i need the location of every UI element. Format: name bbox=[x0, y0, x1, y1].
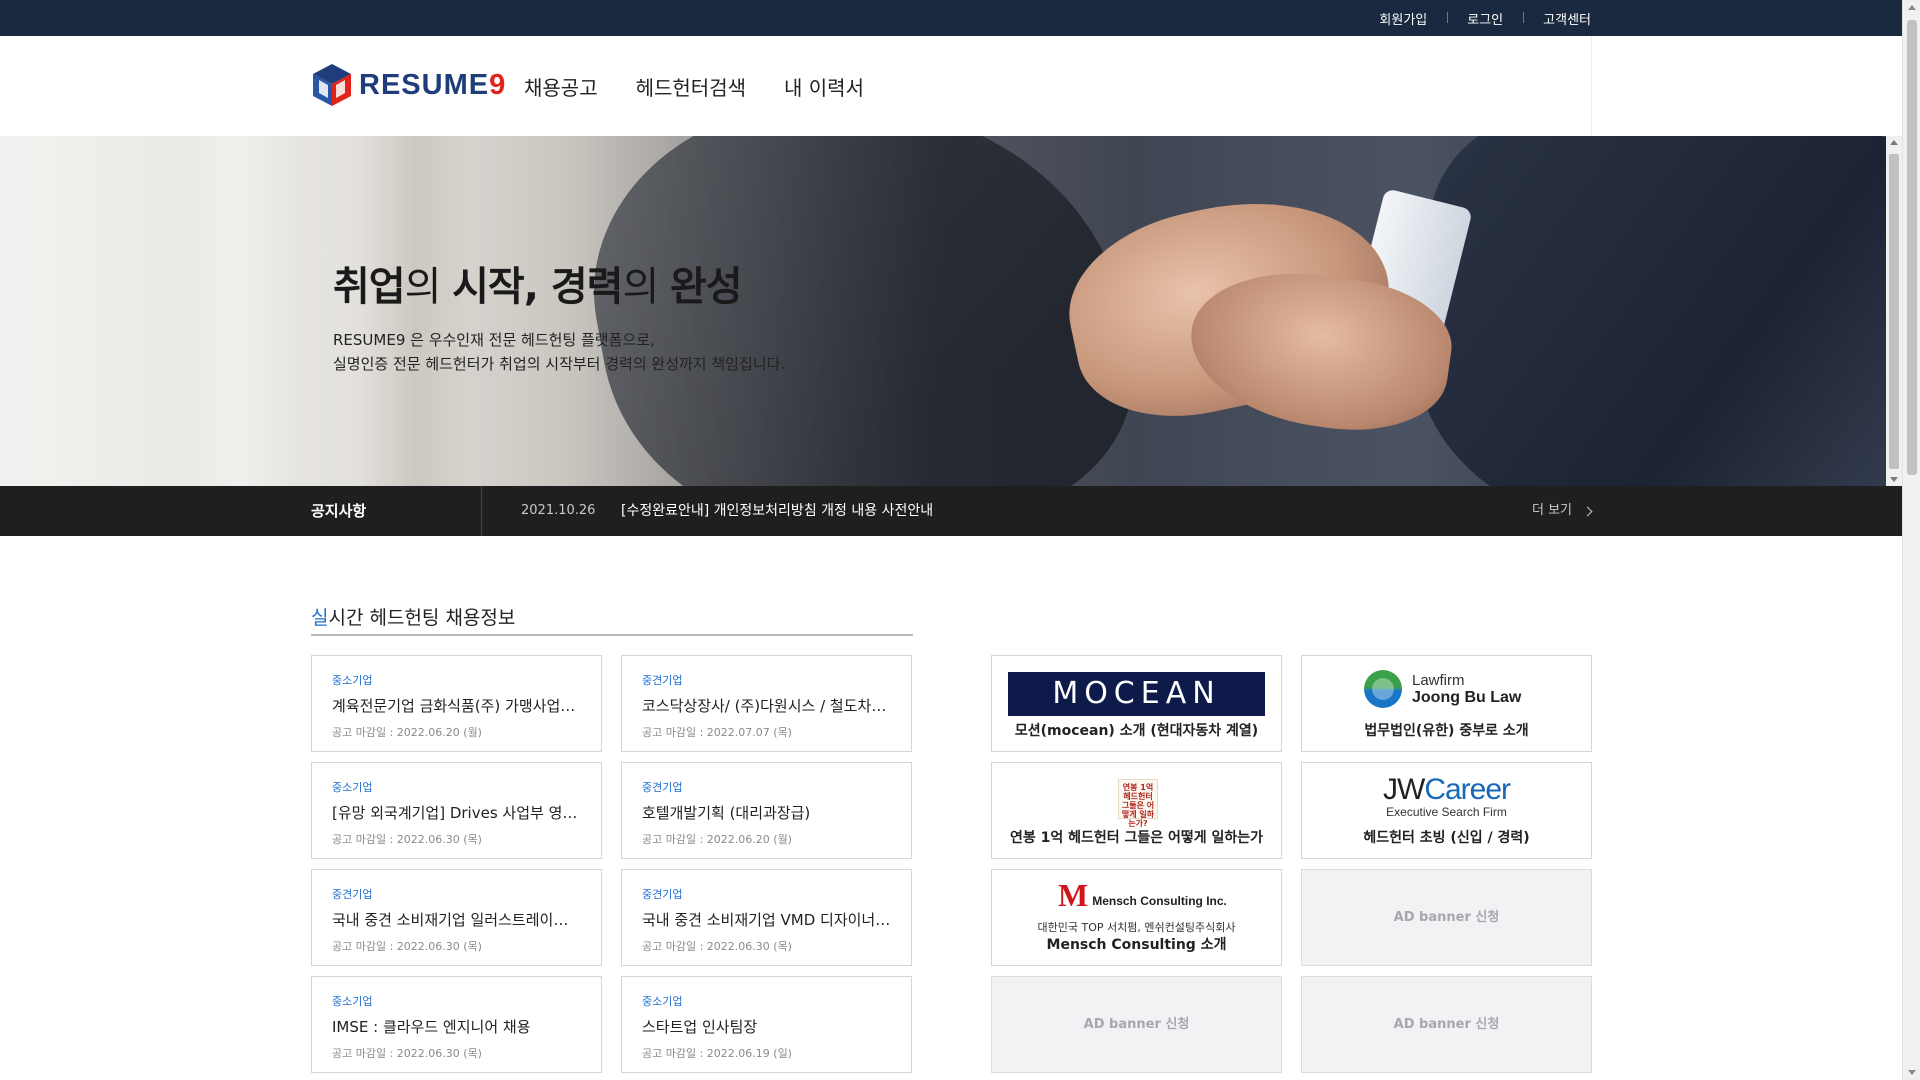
company-type-tag: 중견기업 bbox=[642, 888, 683, 901]
company-type-tag: 중견기업 bbox=[642, 674, 683, 687]
lawfirm-logo: Lawfirm Joong Bu Law bbox=[1364, 670, 1521, 708]
ad-caption: Mensch Consulting 소개 bbox=[1046, 937, 1227, 953]
job-title: 계육전문기업 금화식품(주) 가맹사업부 - 가맹사업부 팀장 bbox=[332, 697, 581, 715]
hero-title: 취업의 시작, 경력의 완성 bbox=[333, 264, 743, 310]
chevron-right-icon bbox=[1582, 506, 1593, 516]
site-logo[interactable]: RESUME9 bbox=[311, 62, 506, 108]
ad-caption: 법무법인(유한) 중부로 소개 bbox=[1364, 723, 1529, 739]
scroll-down-arrow-icon[interactable] bbox=[1908, 1070, 1916, 1075]
job-card[interactable]: 중소기업 계육전문기업 금화식품(주) 가맹사업부 - 가맹사업부 팀장 공고 … bbox=[311, 655, 602, 752]
job-deadline: 공고 마감일 : 2022.06.30 (목) bbox=[332, 1047, 482, 1060]
ad-banner-empty[interactable]: AD banner 신청 bbox=[1301, 976, 1592, 1073]
company-type-tag: 중소기업 bbox=[642, 995, 683, 1008]
cube-logo-icon bbox=[313, 64, 351, 106]
jwcareer-logo: JWCareer Executive Search Firm bbox=[1382, 773, 1511, 820]
book-cover-logo: 연봉 1억 헤드헌터 그들은 어떻게 일하는가? bbox=[1118, 779, 1158, 828]
main-nav: 채용공고 헤드헌터검색 내 이력서 bbox=[524, 72, 902, 101]
hero-banner: 취업의 시작, 경력의 완성 RESUME9 은 우수인재 전문 헤드헌팅 플랫… bbox=[0, 136, 1886, 486]
top-links: 회원가입 로그인 고객센터 bbox=[1359, 0, 1591, 36]
job-deadline: 공고 마감일 : 2022.07.07 (목) bbox=[642, 726, 792, 739]
ad-banner-mocean[interactable]: MOCEAN 모션(mocean) 소개 (현대자동차 계열) bbox=[991, 655, 1282, 752]
signup-link[interactable]: 회원가입 bbox=[1359, 9, 1447, 28]
job-deadline: 공고 마감일 : 2022.06.30 (목) bbox=[332, 940, 482, 953]
page-scrollbar[interactable] bbox=[1902, 0, 1920, 1080]
hero-scrollbar[interactable] bbox=[1886, 136, 1902, 486]
ad-caption: 연봉 1억 헤드헌터 그들은 어떻게 일하는가 bbox=[1009, 830, 1264, 846]
job-title: 국내 중견 소비재기업 일러스트레이터/디자이너 채용 bbox=[332, 911, 581, 929]
notice-date: 2021.10.26 bbox=[521, 503, 596, 518]
job-card[interactable]: 중소기업 IMSE : 클라우드 엔지니어 채용 공고 마감일 : 2022.0… bbox=[311, 976, 602, 1073]
notice-bar: 공지사항 2021.10.26 [수정완료안내] 개인정보처리방침 개정 내용 … bbox=[0, 486, 1902, 536]
login-link[interactable]: 로그인 bbox=[1447, 9, 1523, 28]
mocean-logo: MOCEAN bbox=[1008, 672, 1265, 716]
notice-divider bbox=[481, 486, 482, 536]
job-title: 코스닥상장사/ (주)다원시스 / 철도차량 부문 채용 bbox=[642, 697, 891, 715]
notice-link[interactable]: [수정완료안내] 개인정보처리방침 개정 내용 사전안내 bbox=[621, 486, 933, 536]
company-type-tag: 중견기업 bbox=[642, 781, 683, 794]
nav-job-postings[interactable]: 채용공고 bbox=[524, 72, 598, 101]
nav-headhunter-search[interactable]: 헤드헌터검색 bbox=[636, 72, 746, 101]
job-card[interactable]: 중견기업 코스닥상장사/ (주)다원시스 / 철도차량 부문 채용 공고 마감일… bbox=[621, 655, 912, 752]
job-title: IMSE : 클라우드 엔지니어 채용 bbox=[332, 1018, 531, 1036]
job-card[interactable]: 중소기업 [유망 외국계기업] Drives 사업부 영업직 채용 공고 마감일… bbox=[311, 762, 602, 859]
job-card[interactable]: 중견기업 국내 중견 소비재기업 일러스트레이터/디자이너 채용 공고 마감일 … bbox=[311, 869, 602, 966]
notice-more-button[interactable]: 더 보기 bbox=[1532, 486, 1593, 536]
nav-my-resume[interactable]: 내 이력서 bbox=[784, 72, 864, 101]
job-card[interactable]: 중견기업 호텔개발기획 (대리과장급) 공고 마감일 : 2022.06.20 … bbox=[621, 762, 912, 859]
scroll-thumb[interactable] bbox=[1889, 154, 1899, 469]
scroll-up-arrow-icon[interactable] bbox=[1890, 140, 1898, 145]
job-deadline: 공고 마감일 : 2022.06.19 (일) bbox=[642, 1047, 792, 1060]
logo-text: RESUME9 bbox=[359, 68, 507, 101]
customer-center-link[interactable]: 고객센터 bbox=[1523, 9, 1591, 28]
page-scroll-thumb[interactable] bbox=[1907, 20, 1917, 475]
ad-apply-label: AD banner 신청 bbox=[1393, 1017, 1500, 1032]
company-type-tag: 중소기업 bbox=[332, 995, 373, 1008]
scroll-down-arrow-icon[interactable] bbox=[1890, 477, 1898, 482]
top-utility-bar: 회원가입 로그인 고객센터 bbox=[0, 0, 1902, 36]
ad-banner-jwcareer[interactable]: JWCareer Executive Search Firm 헤드헌터 초빙 (… bbox=[1301, 762, 1592, 859]
ad-banner-empty[interactable]: AD banner 신청 bbox=[1301, 869, 1592, 966]
job-deadline: 공고 마감일 : 2022.06.20 (월) bbox=[332, 726, 482, 739]
ad-apply-label: AD banner 신청 bbox=[1393, 910, 1500, 925]
section-underline bbox=[311, 634, 913, 636]
hero-description: RESUME9 은 우수인재 전문 헤드헌팅 플랫폼으로, 실명인증 전문 헤드… bbox=[333, 331, 786, 373]
company-type-tag: 중소기업 bbox=[332, 781, 373, 794]
ad-subcaption: 대한민국 TOP 서치펌, 멘쉬컨설팅주식회사 bbox=[1037, 921, 1236, 934]
header-divider bbox=[1591, 36, 1592, 136]
job-title: 국내 중견 소비재기업 VMD 디자이너 채용 bbox=[642, 911, 891, 929]
realtime-jobs-title: 실시간 헤드헌팅 채용정보 bbox=[311, 607, 516, 629]
notice-label: 공지사항 bbox=[311, 502, 367, 520]
globe-logo-icon bbox=[1364, 670, 1402, 708]
scroll-up-arrow-icon[interactable] bbox=[1908, 5, 1916, 10]
ad-caption: 헤드헌터 초빙 (신입 / 경력) bbox=[1363, 830, 1530, 846]
ad-banner-empty[interactable]: AD banner 신청 bbox=[991, 976, 1282, 1073]
job-deadline: 공고 마감일 : 2022.06.30 (목) bbox=[642, 940, 792, 953]
job-card[interactable]: 중견기업 국내 중견 소비재기업 VMD 디자이너 채용 공고 마감일 : 20… bbox=[621, 869, 912, 966]
job-title: 스타트업 인사팀장 bbox=[642, 1018, 758, 1036]
job-deadline: 공고 마감일 : 2022.06.30 (목) bbox=[332, 833, 482, 846]
site-header: RESUME9 채용공고 헤드헌터검색 내 이력서 bbox=[0, 36, 1902, 136]
job-deadline: 공고 마감일 : 2022.06.20 (월) bbox=[642, 833, 792, 846]
ad-banner-lawfirm[interactable]: Lawfirm Joong Bu Law 법무법인(유한) 중부로 소개 bbox=[1301, 655, 1592, 752]
job-card[interactable]: 중소기업 스타트업 인사팀장 공고 마감일 : 2022.06.19 (일) bbox=[621, 976, 912, 1073]
job-title: [유망 외국계기업] Drives 사업부 영업직 채용 bbox=[332, 804, 581, 822]
mensch-logo: M Mensch Consulting Inc. bbox=[1058, 877, 1227, 913]
ad-banner-mensch[interactable]: M Mensch Consulting Inc. 대한민국 TOP 서치펌, 멘… bbox=[991, 869, 1282, 966]
job-title: 호텔개발기획 (대리과장급) bbox=[642, 804, 811, 822]
company-type-tag: 중소기업 bbox=[332, 674, 373, 687]
ad-caption: 모션(mocean) 소개 (현대자동차 계열) bbox=[1014, 723, 1259, 739]
ad-banner-book[interactable]: 연봉 1억 헤드헌터 그들은 어떻게 일하는가? 연봉 1억 헤드헌터 그들은 … bbox=[991, 762, 1282, 859]
company-type-tag: 중견기업 bbox=[332, 888, 373, 901]
ad-apply-label: AD banner 신청 bbox=[1083, 1017, 1190, 1032]
